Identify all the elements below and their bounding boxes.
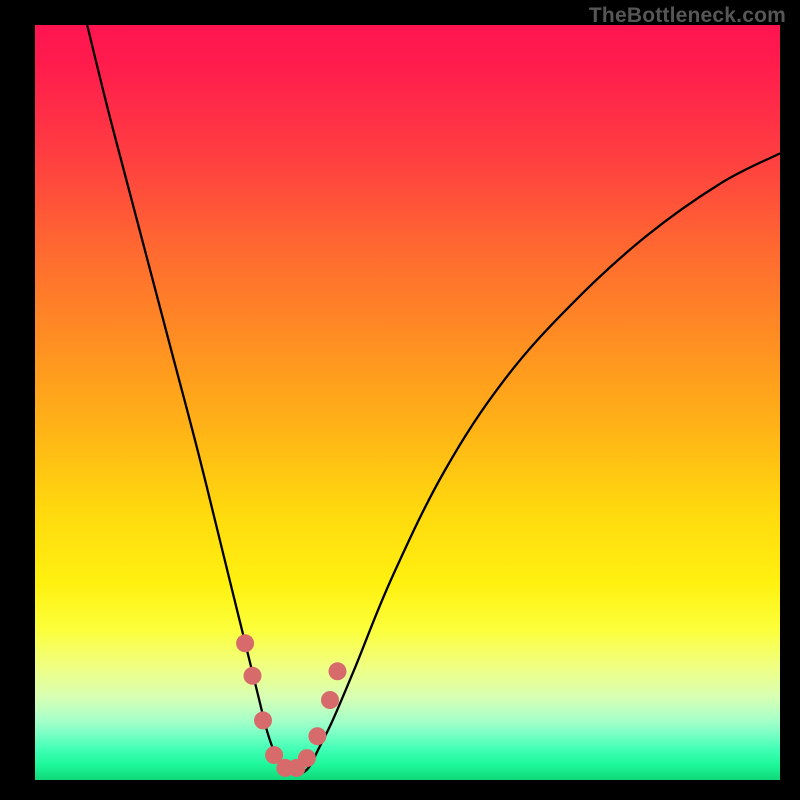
highlight-dot bbox=[236, 634, 254, 652]
chart-svg bbox=[35, 25, 780, 780]
highlight-dot bbox=[321, 691, 339, 709]
watermark-text: TheBottleneck.com bbox=[589, 4, 786, 28]
highlight-dot bbox=[298, 749, 316, 767]
marker-layer bbox=[236, 634, 346, 777]
chart-frame: TheBottleneck.com bbox=[0, 0, 800, 800]
highlight-dot bbox=[308, 727, 326, 745]
highlight-dot bbox=[244, 667, 262, 685]
plot-area bbox=[35, 25, 780, 780]
highlight-dot bbox=[254, 711, 272, 729]
highlight-dot bbox=[329, 662, 347, 680]
bottleneck-curve bbox=[87, 25, 780, 773]
curve-layer bbox=[87, 25, 780, 773]
